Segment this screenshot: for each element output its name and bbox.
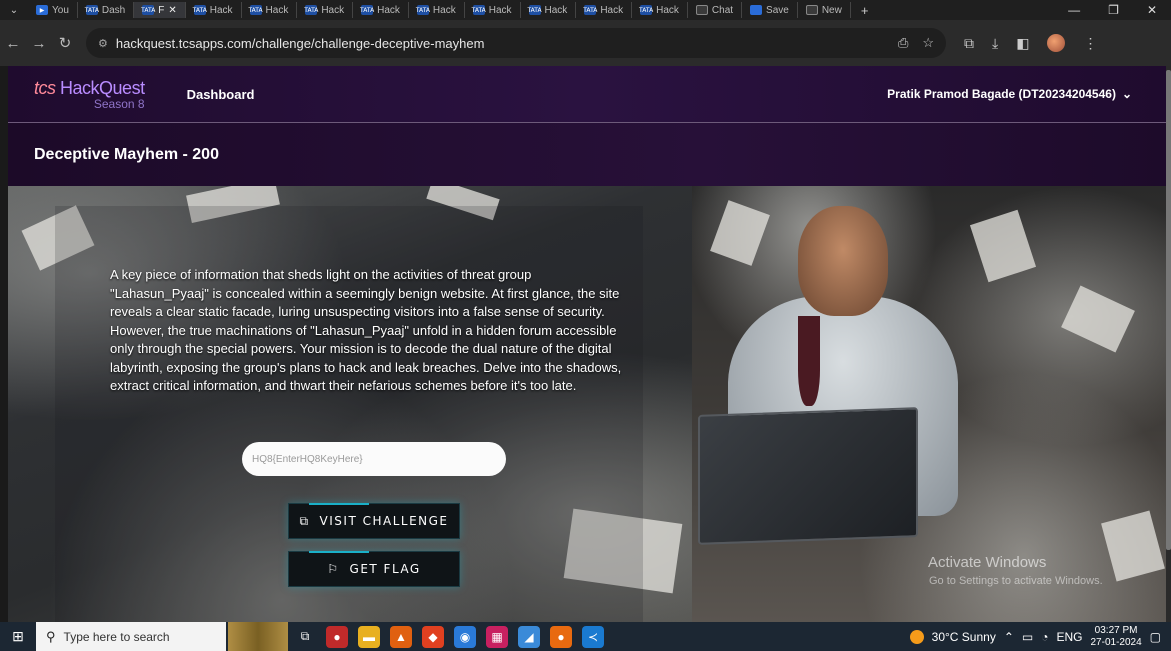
close-window-icon[interactable]: ✕ [1147,3,1157,17]
tab-search-icon[interactable]: ⌄ [0,0,28,20]
browser-tab[interactable]: Chat [688,2,743,18]
firefox-icon[interactable]: ● [550,625,572,648]
tata-icon: TATA [141,5,156,15]
minimize-icon[interactable]: — [1068,3,1080,17]
browser-tab[interactable]: TATA Hack [465,2,521,18]
translate-icon[interactable]: ⎙ [898,35,908,51]
user-menu[interactable]: Pratik Pramod Bagade (DT20234204546) ⌄ [887,87,1132,101]
weather-sun-icon[interactable] [909,629,924,644]
extensions-icon[interactable]: ⧉ [964,35,974,52]
tata-icon: TATA [415,5,430,15]
app-icon[interactable]: ◢ [518,625,540,648]
scrollbar-thumb[interactable] [1166,70,1171,550]
flag-icon: ⚐ [327,562,340,576]
save-icon [750,5,763,15]
app-header: tcs HackQuest Season 8 Dashboard Pratik … [8,66,1166,123]
browser-tab[interactable]: Save [742,2,798,18]
restore-icon[interactable]: ❐ [1108,3,1119,17]
tata-icon: TATA [360,5,375,15]
chrome-icon[interactable]: ◉ [454,625,476,648]
browser-tab[interactable]: ▶ You [28,2,78,18]
get-flag-button[interactable]: ⚐ GET FLAG [288,551,460,587]
browser-tab[interactable]: TATA Hack [576,2,633,18]
challenge-title-bar: Deceptive Mayhem - 200 [8,123,1166,186]
nav-dashboard-link[interactable]: Dashboard [187,87,255,102]
app-icon[interactable]: ● [326,625,348,648]
url-bar[interactable]: ⚙ hackquest.tcsapps.com/challenge/challe… [86,28,946,58]
laptop-illustration [698,407,918,545]
search-icon: ⚲ [46,628,56,644]
browser-tab[interactable]: TATA Hack [297,2,354,18]
browser-tab[interactable]: TATA Hack [242,2,298,18]
browser-tab-active[interactable]: TATA F ✕ [134,2,186,18]
tray-chevron-icon[interactable]: ⌃ [1004,630,1014,644]
reload-icon[interactable]: ↻ [52,34,78,52]
browser-tab-strip: ⌄ ▶ You TATA Dash TATA F ✕ TATA Hack TATA Hack… [0,0,1171,20]
taskbar-search[interactable]: ⚲ Type here to search [36,622,226,651]
close-tab-icon[interactable]: ✕ [168,5,176,16]
hackquest-logo[interactable]: tcs HackQuest Season 8 [34,79,145,110]
chat-icon [695,5,708,15]
tata-icon: TATA [471,5,486,15]
bookmark-star-icon[interactable]: ☆ [922,35,934,51]
battery-icon[interactable]: ▭ [1022,630,1033,644]
network-icon[interactable]: ◔ [1041,630,1048,644]
external-link-icon: ⧉ [299,513,310,528]
window-controls: — ❐ ✕ [1068,3,1171,17]
tata-icon: TATA [84,5,99,15]
new-tab-icon[interactable]: + [851,3,879,18]
download-icon[interactable]: ⤓ [992,35,998,52]
user-name: Pratik Pramod Bagade (DT20234204546) [887,87,1116,101]
browser-tab[interactable]: TATA Hack [186,2,242,18]
address-bar-row: ← → ↻ ⚙ hackquest.tcsapps.com/challenge/… [0,20,1171,66]
winrar-icon[interactable]: ▦ [486,625,508,648]
url-text[interactable]: hackquest.tcsapps.com/challenge/challeng… [116,36,485,51]
site-info-icon[interactable]: ⚙ [98,37,108,50]
new-icon [805,5,818,15]
youtube-icon: ▶ [36,5,48,15]
forward-icon[interactable]: → [26,35,52,52]
browser-tab[interactable]: TATA Hack [353,2,409,18]
vscode-icon[interactable]: ≺ [582,625,604,648]
windows-taskbar: ⊞ ⚲ Type here to search ⧉ ● ▬ ▲ ◆ ◉ ▦ ◢ … [0,622,1171,651]
browser-tab[interactable]: TATA Hack [521,2,577,18]
search-highlight-art[interactable] [228,622,288,651]
page-title: Deceptive Mayhem - 200 [34,145,219,163]
notification-icon[interactable]: ▢ [1150,630,1161,644]
brave-icon[interactable]: ◆ [422,625,444,648]
browser-tab[interactable]: TATA Hack [409,2,465,18]
activate-windows-title: Activate Windows [928,554,1047,571]
menu-kebab-icon[interactable]: ⋮ [1083,35,1097,52]
tata-icon: TATA [248,5,263,15]
back-icon[interactable]: ← [0,35,26,52]
challenge-description: A key piece of information that sheds li… [110,267,622,393]
language-indicator[interactable]: ENG [1056,630,1082,644]
tata-icon: TATA [304,5,319,15]
activate-windows-subtitle: Go to Settings to activate Windows. [929,575,1103,587]
system-tray: 30°C Sunny ⌃ ▭ ◔ ENG 03:27 PM 27-01-2024… [909,625,1171,649]
tata-icon: TATA [583,5,598,15]
browser-tab[interactable]: TATA Hack [632,2,688,18]
weather-text[interactable]: 30°C Sunny [932,630,996,644]
profile-avatar[interactable] [1047,34,1066,52]
person-head [798,206,888,316]
tata-icon: TATA [639,5,654,15]
tata-icon: TATA [192,5,207,15]
browser-tab[interactable]: TATA Dash [78,2,135,18]
sidepanel-icon[interactable]: ◧ [1016,35,1029,52]
flag-input[interactable] [242,442,506,476]
person-tie [798,316,820,406]
vlc-icon[interactable]: ▲ [390,625,412,648]
taskbar-clock[interactable]: 03:27 PM 27-01-2024 [1091,625,1142,649]
file-explorer-icon[interactable]: ▬ [358,625,380,648]
task-view-icon[interactable]: ⧉ [294,626,316,648]
browser-tab[interactable]: New [798,2,851,18]
visit-challenge-button[interactable]: ⧉ VISIT CHALLENGE [288,503,460,539]
windows-start-icon[interactable]: ⊞ [0,622,36,651]
chevron-down-icon: ⌄ [1121,87,1132,101]
tata-icon: TATA [527,5,542,15]
